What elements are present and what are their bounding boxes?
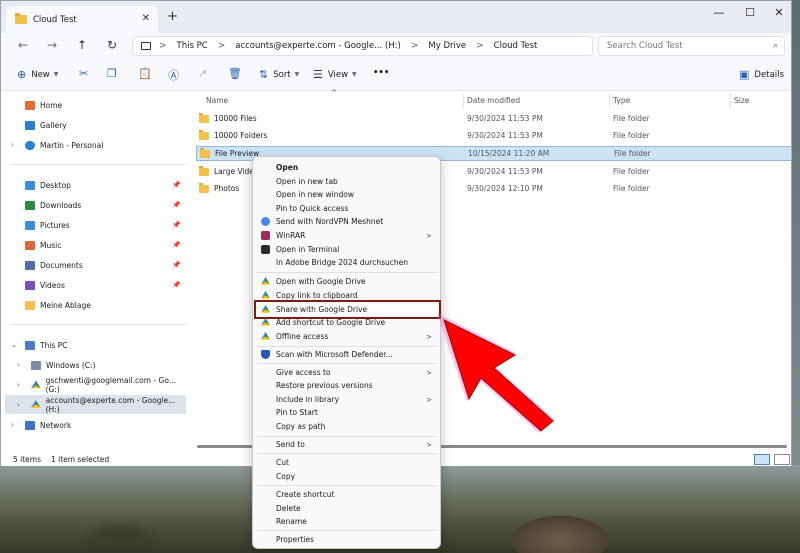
annotation-arrow [437,313,555,433]
